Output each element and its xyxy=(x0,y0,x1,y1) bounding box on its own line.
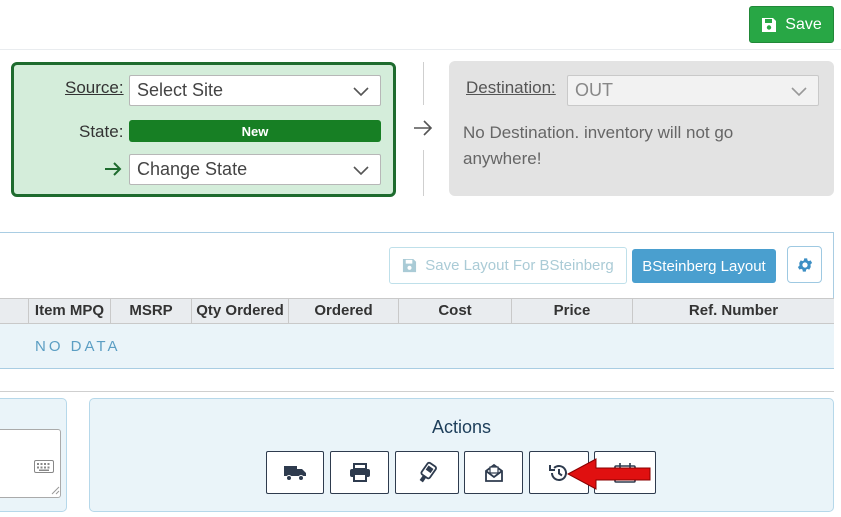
no-data-text: NO DATA xyxy=(35,338,121,355)
destination-select: OUT xyxy=(567,75,819,106)
save-button[interactable]: Save xyxy=(749,6,834,43)
source-label[interactable]: Source: xyxy=(65,78,124,98)
change-state-value: Change State xyxy=(137,159,248,179)
actions-panel xyxy=(89,398,834,512)
destination-select-value: OUT xyxy=(575,80,613,100)
column-header[interactable]: Item MPQ xyxy=(28,299,110,323)
column-header[interactable]: Price xyxy=(511,299,632,323)
column-header[interactable]: Cost xyxy=(398,299,511,323)
arrow-right-icon xyxy=(414,120,433,136)
actions-title: Actions xyxy=(431,417,492,437)
resize-handle-icon[interactable] xyxy=(51,486,60,495)
floppy-disk-icon xyxy=(762,17,777,32)
state-badge: New xyxy=(129,120,381,142)
state-label: State: xyxy=(79,122,124,141)
change-state-select[interactable]: Change State xyxy=(129,154,381,185)
column-header[interactable]: Ref. Number xyxy=(632,299,834,323)
keyboard-icon xyxy=(34,460,54,473)
divider-line xyxy=(423,62,424,105)
scan-icon xyxy=(419,461,437,482)
divider-line xyxy=(423,150,424,196)
source-site-select[interactable]: Select Site xyxy=(129,75,381,106)
column-header[interactable]: Ordered xyxy=(288,299,398,323)
scan-button[interactable] xyxy=(395,451,459,494)
section-divider xyxy=(0,391,834,392)
truck-icon xyxy=(284,465,306,481)
save-layout-label: Save Layout For BSteinberg xyxy=(425,257,614,274)
destination-message: No Destination. inventory will not go an… xyxy=(463,123,734,168)
mail-open-icon xyxy=(484,463,503,482)
chevron-down-icon xyxy=(353,86,369,96)
email-button[interactable] xyxy=(464,451,523,494)
top-divider xyxy=(0,49,841,50)
floppy-disk-icon xyxy=(403,258,417,273)
arrow-right-icon xyxy=(105,162,122,176)
layout-button[interactable]: BSteinberg Layout xyxy=(632,249,776,283)
source-site-value: Select Site xyxy=(137,80,224,100)
grid-settings-button[interactable] xyxy=(787,246,822,283)
chevron-down-icon xyxy=(791,86,807,96)
destination-label[interactable]: Destination: xyxy=(466,78,556,98)
print-button[interactable] xyxy=(330,451,389,494)
gear-icon xyxy=(797,257,812,272)
chevron-down-icon xyxy=(353,165,369,175)
column-header[interactable]: MSRP xyxy=(110,299,191,323)
empty-row xyxy=(0,324,834,368)
save-layout-button[interactable]: Save Layout For BSteinberg xyxy=(389,247,627,284)
grid-header: Item MPQ MSRP Qty Ordered Ordered Cost P… xyxy=(0,298,834,324)
ship-button[interactable] xyxy=(266,451,324,494)
annotation-arrow-icon xyxy=(566,458,651,490)
column-header[interactable]: Qty Ordered xyxy=(191,299,288,323)
print-icon xyxy=(349,462,370,482)
save-button-label: Save xyxy=(785,15,822,33)
